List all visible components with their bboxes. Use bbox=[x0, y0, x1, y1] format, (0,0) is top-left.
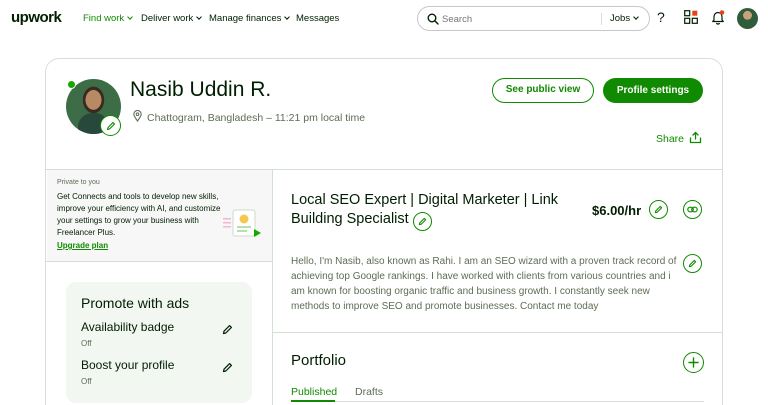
notifications-icon[interactable] bbox=[711, 10, 725, 25]
private-label: Private to you bbox=[57, 179, 100, 186]
nav-find-work-label: Find work bbox=[83, 13, 125, 24]
column-divider bbox=[272, 169, 273, 405]
edit-availability-pencil-icon[interactable] bbox=[222, 324, 233, 335]
pencil-icon bbox=[654, 205, 663, 214]
top-navigation: upwork Find work Deliver work Manage fin… bbox=[0, 0, 768, 38]
profile-location: Chattogram, Bangladesh – 11:21 pm local … bbox=[133, 109, 365, 124]
tab-published[interactable]: Published bbox=[291, 386, 337, 398]
online-status-dot bbox=[67, 80, 76, 89]
search-input[interactable] bbox=[442, 11, 592, 27]
boost-profile-status: Off bbox=[81, 377, 92, 386]
location-text: Chattogram, Bangladesh – 11:21 pm local … bbox=[147, 112, 366, 124]
help-icon[interactable]: ? bbox=[657, 9, 665, 25]
upgrade-plan-link[interactable]: Upgrade plan bbox=[57, 241, 108, 250]
share-label: Share bbox=[656, 133, 685, 145]
portfolio-title: Portfolio bbox=[291, 352, 347, 369]
nav-messages[interactable]: Messages bbox=[296, 13, 339, 24]
upwork-logo[interactable]: upwork bbox=[11, 9, 62, 26]
search-scope-dropdown[interactable]: Jobs bbox=[610, 13, 639, 24]
availability-badge-label: Availability badge bbox=[81, 320, 175, 334]
edit-photo-button[interactable] bbox=[100, 115, 121, 136]
edit-rate-button[interactable] bbox=[649, 200, 668, 219]
freelancer-plus-promo: Private to you Get Connects and tools to… bbox=[47, 170, 272, 261]
nav-manage-finances[interactable]: Manage finances bbox=[209, 13, 291, 24]
tab-drafts[interactable]: Drafts bbox=[355, 386, 383, 398]
chevron-down-icon bbox=[196, 14, 203, 20]
profile-bio: Hello, I'm Nasib, also known as Rahi. I … bbox=[291, 256, 677, 312]
profile-settings-button[interactable]: Profile settings bbox=[603, 78, 703, 103]
promo-text: Get Connects and tools to develop new sk… bbox=[57, 192, 221, 237]
nav-messages-label: Messages bbox=[296, 13, 340, 24]
edit-boost-pencil-icon[interactable] bbox=[222, 362, 233, 373]
location-pin-icon bbox=[133, 109, 142, 122]
nav-deliver-work-label: Deliver work bbox=[141, 13, 194, 24]
link-icon bbox=[687, 206, 698, 213]
nav-find-work[interactable]: Find work bbox=[83, 13, 134, 24]
promo-illustration bbox=[223, 209, 261, 237]
edit-headline-button[interactable] bbox=[412, 212, 432, 231]
pencil-icon bbox=[418, 217, 426, 226]
pencil-icon bbox=[106, 121, 115, 130]
nav-deliver-work[interactable]: Deliver work bbox=[141, 13, 203, 24]
search-icon bbox=[427, 13, 439, 25]
chevron-down-icon bbox=[127, 14, 134, 20]
nav-manage-finances-label: Manage finances bbox=[209, 13, 282, 24]
profile-card: Nasib Uddin R. Chattogram, Bangladesh – … bbox=[45, 58, 723, 405]
profile-avatar-container bbox=[66, 79, 121, 136]
boost-profile-label: Boost your profile bbox=[81, 358, 175, 372]
chevron-down-icon bbox=[284, 14, 291, 20]
share-button[interactable]: Share bbox=[656, 129, 702, 145]
apps-icon[interactable] bbox=[684, 10, 698, 24]
user-avatar[interactable] bbox=[737, 8, 758, 29]
availability-badge-status: Off bbox=[81, 339, 92, 348]
portfolio-divider bbox=[272, 332, 722, 333]
search-scope-label: Jobs bbox=[610, 13, 631, 24]
active-tab-indicator bbox=[291, 400, 335, 402]
plus-icon bbox=[688, 357, 699, 368]
pencil-icon bbox=[688, 259, 697, 268]
search-divider bbox=[601, 13, 602, 25]
copy-link-button[interactable] bbox=[683, 200, 702, 219]
promote-with-ads-panel: Promote with ads Availability badge Off … bbox=[66, 282, 252, 403]
hourly-rate: $6.00/hr bbox=[592, 203, 642, 218]
add-portfolio-button[interactable] bbox=[683, 352, 704, 373]
edit-bio-button[interactable] bbox=[683, 254, 702, 273]
share-icon bbox=[689, 131, 702, 144]
promo-divider bbox=[46, 261, 272, 262]
see-public-view-button[interactable]: See public view bbox=[492, 78, 594, 103]
ads-title: Promote with ads bbox=[81, 295, 190, 311]
profile-headline: Local SEO Expert | Digital Marketer | Li… bbox=[291, 191, 576, 231]
tabs-baseline bbox=[291, 401, 704, 402]
profile-name: Nasib Uddin R. bbox=[130, 78, 272, 101]
chevron-down-icon bbox=[633, 14, 639, 20]
search-bar: Jobs bbox=[417, 6, 650, 31]
